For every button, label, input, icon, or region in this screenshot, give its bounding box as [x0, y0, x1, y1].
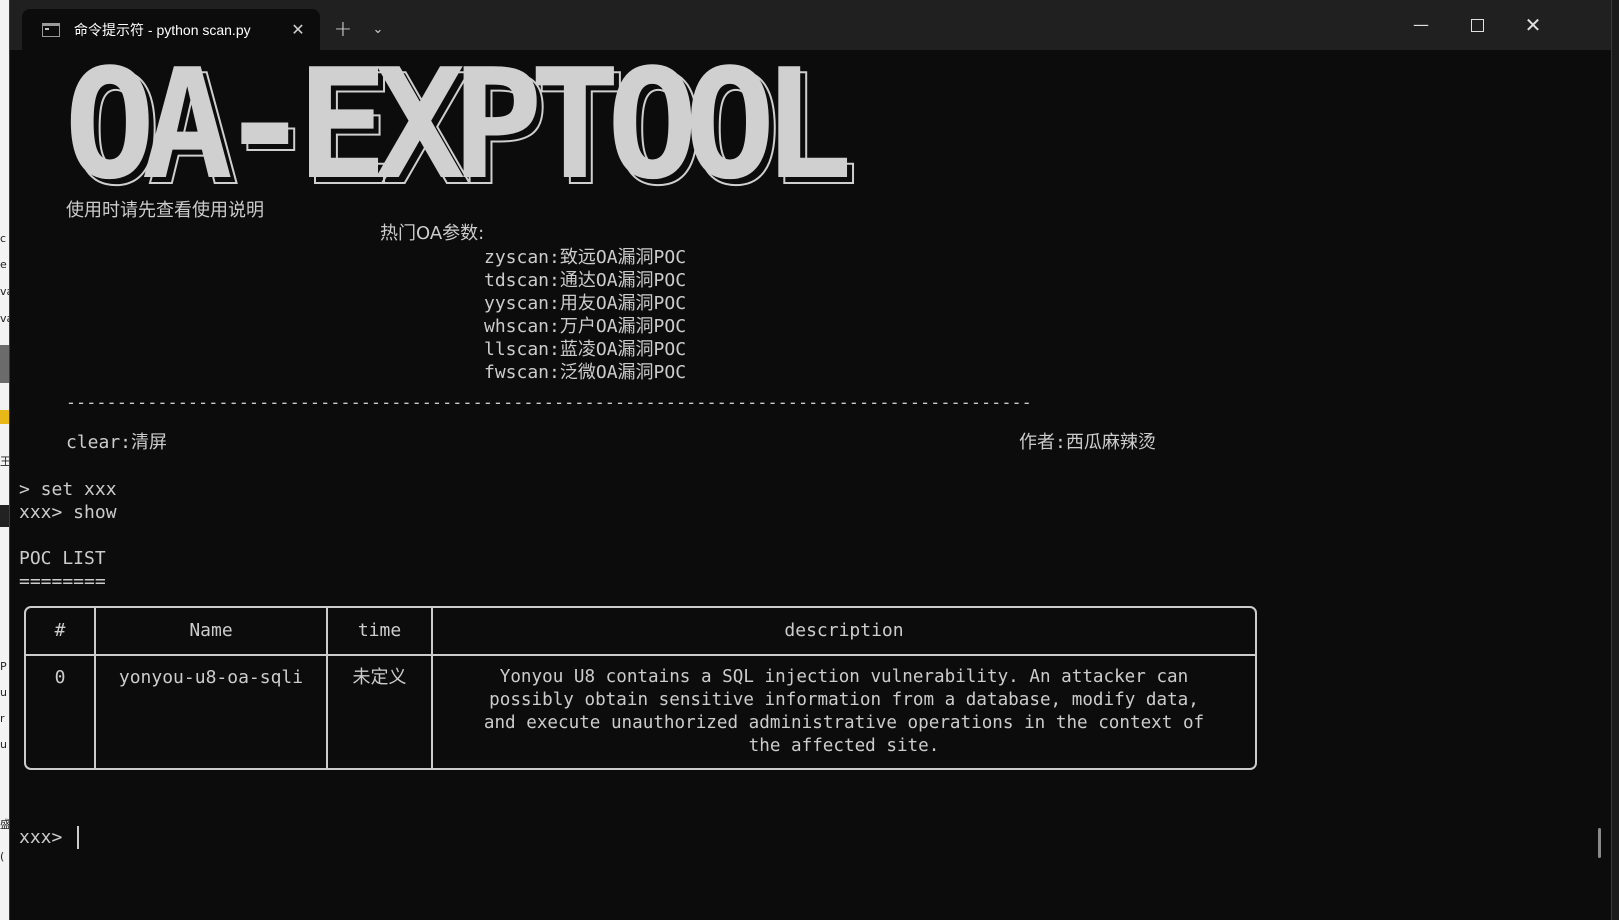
poc-table: # Name time description 0 yonyou-u8-oa-s… — [24, 606, 1257, 770]
table-cell-number: 0 — [54, 667, 66, 688]
background-glyph: va — [0, 312, 9, 325]
column-header-time: time — [357, 620, 402, 641]
background-window-edge: c e va va 王 P u r u 盛 ( — [0, 0, 9, 920]
param-line: whscan:万户OA漏洞POC — [484, 316, 687, 337]
background-glyph: va — [0, 285, 9, 298]
background-glyph: P — [0, 660, 7, 673]
column-header-number: # — [54, 620, 66, 641]
background-glyph: u — [0, 738, 7, 751]
background-folder-mark — [0, 410, 9, 424]
params-title: 热门OA参数: — [380, 223, 485, 244]
column-header-description: description — [784, 620, 904, 641]
param-line: fwscan:泛微OA漏洞POC — [484, 362, 687, 383]
param-line: llscan:蓝凌OA漏洞POC — [484, 339, 687, 360]
param-line: tdscan:通达OA漏洞POC — [484, 270, 687, 291]
poc-list-title: POC LIST — [19, 548, 106, 569]
background-glyph: ( — [0, 850, 5, 863]
terminal-icon — [42, 22, 60, 37]
command-line: xxx> show — [19, 502, 117, 523]
maximize-icon — [1470, 19, 1484, 32]
usage-notice: 使用时请先查看使用说明 — [66, 200, 264, 221]
background-glyph: c — [0, 232, 7, 245]
clear-hint: clear:清屏 — [66, 432, 168, 453]
maximize-button[interactable] — [1454, 6, 1500, 44]
banner-logo: OA-EXPTOOL — [64, 36, 853, 213]
param-line: zyscan:致远OA漏洞POC — [484, 247, 687, 268]
background-glyph: r — [0, 712, 5, 725]
input-prompt: xxx> — [19, 827, 74, 848]
background-glyph: 王 — [0, 455, 9, 468]
text-cursor — [77, 826, 79, 849]
background-scroll-mark — [0, 345, 9, 383]
param-line: yyscan:用友OA漏洞POC — [484, 293, 687, 314]
command-line: > set xxx — [19, 479, 117, 500]
table-header-divider — [26, 654, 1255, 656]
background-dark-mark — [0, 505, 9, 527]
terminal-content[interactable]: OA-EXPTOOL OA-EXPTOOL 使用时请先查看使用说明 热门OA参数… — [10, 36, 1611, 920]
author-credit: 作者:西瓜麻辣烫 — [1019, 432, 1156, 453]
background-glyph: u — [0, 686, 7, 699]
table-cell-description: Yonyou U8 contains a SQL injection vulne… — [483, 667, 1205, 756]
poc-list-underline: ======== — [19, 571, 106, 592]
column-header-name: Name — [189, 620, 233, 641]
close-window-button[interactable]: ✕ — [1510, 6, 1556, 44]
table-cell-time: 未定义 — [352, 667, 407, 688]
background-glyph: 盛 — [0, 818, 9, 831]
table-cell-name: yonyou-u8-oa-sqli — [118, 667, 304, 688]
scrollbar-thumb[interactable] — [1598, 828, 1601, 858]
minimize-button[interactable]: — — [1398, 6, 1444, 44]
divider-line: ----------------------------------------… — [66, 393, 1032, 412]
terminal-window: 命令提示符 - python scan.py ✕ + ⌄ — ✕ OA-EXPT… — [9, 0, 1612, 920]
background-glyph: e — [0, 258, 7, 271]
